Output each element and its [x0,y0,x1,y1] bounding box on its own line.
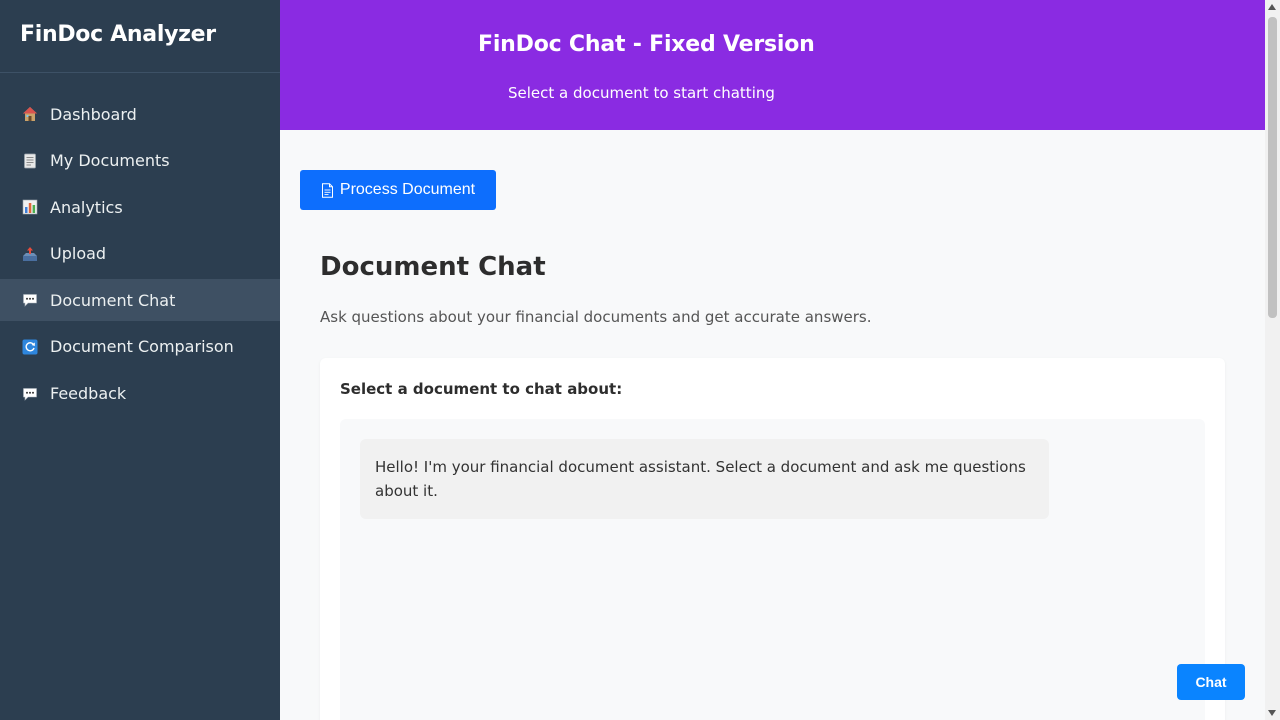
section-description: Ask questions about your financial docum… [320,308,872,326]
sidebar-item-analytics[interactable]: Analytics [0,186,280,228]
sidebar-item-label: Dashboard [50,104,137,124]
page-header: FinDoc Chat - Fixed Version Select a doc… [280,0,1265,130]
section-title: Document Chat [320,252,546,282]
sidebar-item-dashboard[interactable]: Dashboard [0,93,280,135]
page-scrollbar[interactable] [1265,0,1280,720]
speech-bubble-icon [22,386,38,402]
chat-card: Select a document to chat about: Hello! … [320,358,1225,720]
sidebar-item-label: Analytics [50,197,123,217]
sidebar: FinDoc Analyzer Dashboard My Documents A… [0,0,280,720]
chat-button[interactable]: Chat [1177,664,1245,700]
sidebar-item-my-documents[interactable]: My Documents [0,140,280,182]
sidebar-item-label: Document Chat [50,290,176,310]
brand-title[interactable]: FinDoc Analyzer [20,22,260,47]
process-document-label: Process Document [339,181,476,198]
sidebar-item-feedback[interactable]: Feedback [0,373,280,415]
sidebar-item-label: My Documents [50,151,170,171]
sidebar-item-document-chat[interactable]: Document Chat [0,279,280,322]
scroll-down-arrow-icon[interactable] [1268,710,1276,716]
header-subtitle: Select a document to start chatting [508,84,775,102]
sidebar-item-label: Feedback [50,384,127,404]
main-content: Process Document Document Chat Ask quest… [280,130,1265,720]
scroll-up-arrow-icon[interactable] [1268,4,1276,10]
process-document-button[interactable]: Process Document [300,170,496,210]
document-icon [321,182,333,198]
brand: FinDoc Analyzer [0,0,280,73]
sidebar-item-upload[interactable]: Upload [0,233,280,275]
sidebar-item-label: Document Comparison [50,337,234,357]
sidebar-item-document-comparison[interactable]: Document Comparison [0,326,280,368]
bar-chart-icon [22,199,38,215]
inbox-tray-icon [22,246,38,262]
chat-messages[interactable]: Hello! I'm your financial document assis… [340,419,1205,720]
scrollbar-thumb[interactable] [1268,17,1277,318]
document-select-label: Select a document to chat about: [340,380,623,398]
sidebar-item-label: Upload [50,244,107,264]
speech-bubble-icon [22,292,38,308]
sidebar-nav: Dashboard My Documents Analytics Upload … [0,73,280,415]
document-icon [22,153,38,169]
assistant-message: Hello! I'm your financial document assis… [360,439,1049,519]
refresh-icon [22,339,38,355]
house-icon [22,106,38,122]
header-title: FinDoc Chat - Fixed Version [478,32,815,57]
